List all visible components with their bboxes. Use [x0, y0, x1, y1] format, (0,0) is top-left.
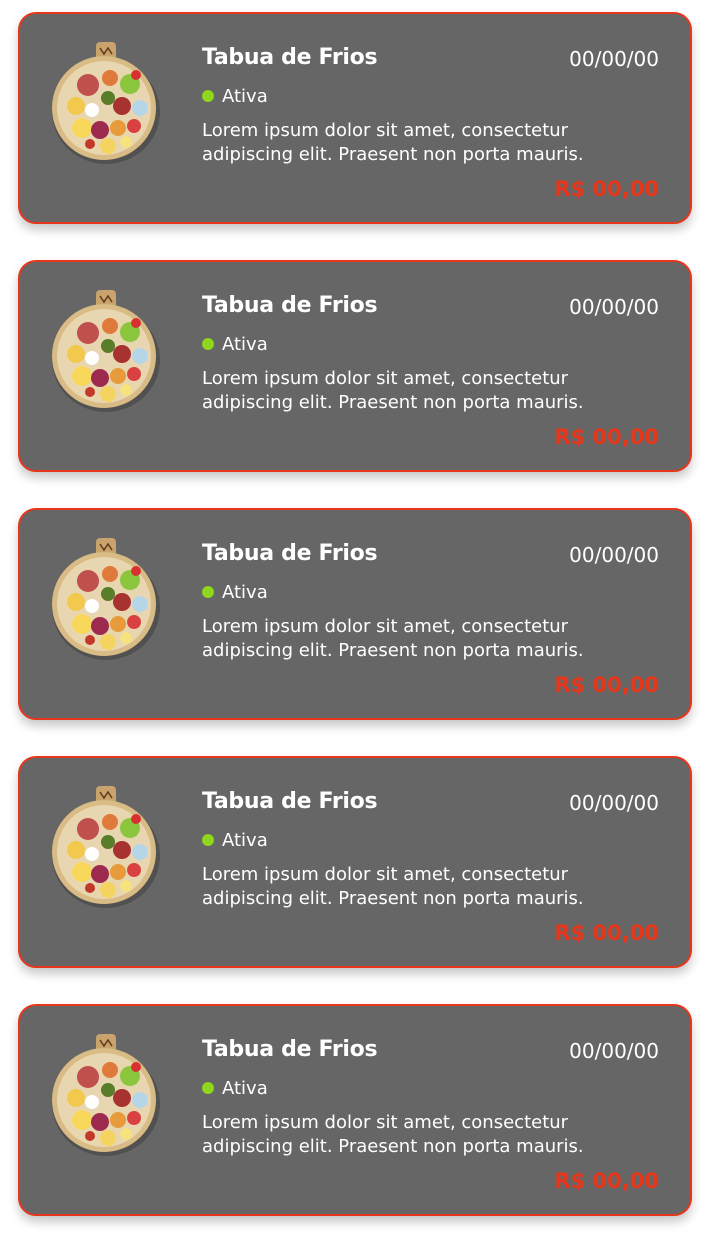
product-title: Tabua de Frios — [202, 293, 378, 318]
product-price: R$ 00,00 — [554, 1169, 659, 1193]
product-price: R$ 00,00 — [554, 177, 659, 201]
product-title: Tabua de Frios — [202, 1037, 378, 1062]
description-line: adipiscing elit. Praesent non porta maur… — [202, 888, 584, 909]
description-line: adipiscing elit. Praesent non porta maur… — [202, 640, 584, 661]
description-line: Lorem ipsum dolor sit amet, consectetur — [202, 120, 569, 141]
status-badge: Ativa — [202, 581, 268, 603]
product-price: R$ 00,00 — [554, 425, 659, 449]
charcuterie-board-icon — [52, 42, 160, 164]
product-image — [48, 784, 166, 908]
product-title: Tabua de Frios — [202, 45, 378, 70]
status-label: Ativa — [222, 333, 268, 355]
order-date: 00/00/00 — [569, 543, 659, 567]
description-line: Lorem ipsum dolor sit amet, consectetur — [202, 864, 569, 885]
product-description: Lorem ipsum dolor sit amet, consectetur … — [202, 615, 642, 663]
status-badge: Ativa — [202, 85, 268, 107]
status-badge: Ativa — [202, 829, 268, 851]
status-dot-icon — [202, 586, 214, 598]
product-description: Lorem ipsum dolor sit amet, consectetur … — [202, 367, 642, 415]
status-dot-icon — [202, 338, 214, 350]
order-list: Tabua de Frios 00/00/00 Ativa Lorem ipsu… — [18, 12, 692, 1252]
status-dot-icon — [202, 1082, 214, 1094]
status-dot-icon — [202, 90, 214, 102]
status-badge: Ativa — [202, 333, 268, 355]
charcuterie-board-icon — [52, 290, 160, 412]
product-image — [48, 536, 166, 660]
order-card[interactable]: Tabua de Frios 00/00/00 Ativa Lorem ipsu… — [18, 260, 692, 472]
status-label: Ativa — [222, 581, 268, 603]
status-label: Ativa — [222, 85, 268, 107]
status-label: Ativa — [222, 1077, 268, 1099]
order-card[interactable]: Tabua de Frios 00/00/00 Ativa Lorem ipsu… — [18, 12, 692, 224]
order-card[interactable]: Tabua de Frios 00/00/00 Ativa Lorem ipsu… — [18, 508, 692, 720]
description-line: Lorem ipsum dolor sit amet, consectetur — [202, 616, 569, 637]
product-title: Tabua de Frios — [202, 789, 378, 814]
product-description: Lorem ipsum dolor sit amet, consectetur … — [202, 119, 642, 167]
product-image — [48, 40, 166, 164]
description-line: adipiscing elit. Praesent non porta maur… — [202, 392, 584, 413]
order-date: 00/00/00 — [569, 791, 659, 815]
order-date: 00/00/00 — [569, 47, 659, 71]
order-date: 00/00/00 — [569, 1039, 659, 1063]
status-dot-icon — [202, 834, 214, 846]
order-card[interactable]: Tabua de Frios 00/00/00 Ativa Lorem ipsu… — [18, 756, 692, 968]
product-title: Tabua de Frios — [202, 541, 378, 566]
order-date: 00/00/00 — [569, 295, 659, 319]
charcuterie-board-icon — [52, 538, 160, 660]
product-description: Lorem ipsum dolor sit amet, consectetur … — [202, 863, 642, 911]
order-card[interactable]: Tabua de Frios 00/00/00 Ativa Lorem ipsu… — [18, 1004, 692, 1216]
description-line: Lorem ipsum dolor sit amet, consectetur — [202, 1112, 569, 1133]
description-line: adipiscing elit. Praesent non porta maur… — [202, 1136, 584, 1157]
product-image — [48, 1032, 166, 1156]
charcuterie-board-icon — [52, 1034, 160, 1156]
description-line: adipiscing elit. Praesent non porta maur… — [202, 144, 584, 165]
product-description: Lorem ipsum dolor sit amet, consectetur … — [202, 1111, 642, 1159]
description-line: Lorem ipsum dolor sit amet, consectetur — [202, 368, 569, 389]
product-image — [48, 288, 166, 412]
status-badge: Ativa — [202, 1077, 268, 1099]
product-price: R$ 00,00 — [554, 921, 659, 945]
product-price: R$ 00,00 — [554, 673, 659, 697]
charcuterie-board-icon — [52, 786, 160, 908]
status-label: Ativa — [222, 829, 268, 851]
